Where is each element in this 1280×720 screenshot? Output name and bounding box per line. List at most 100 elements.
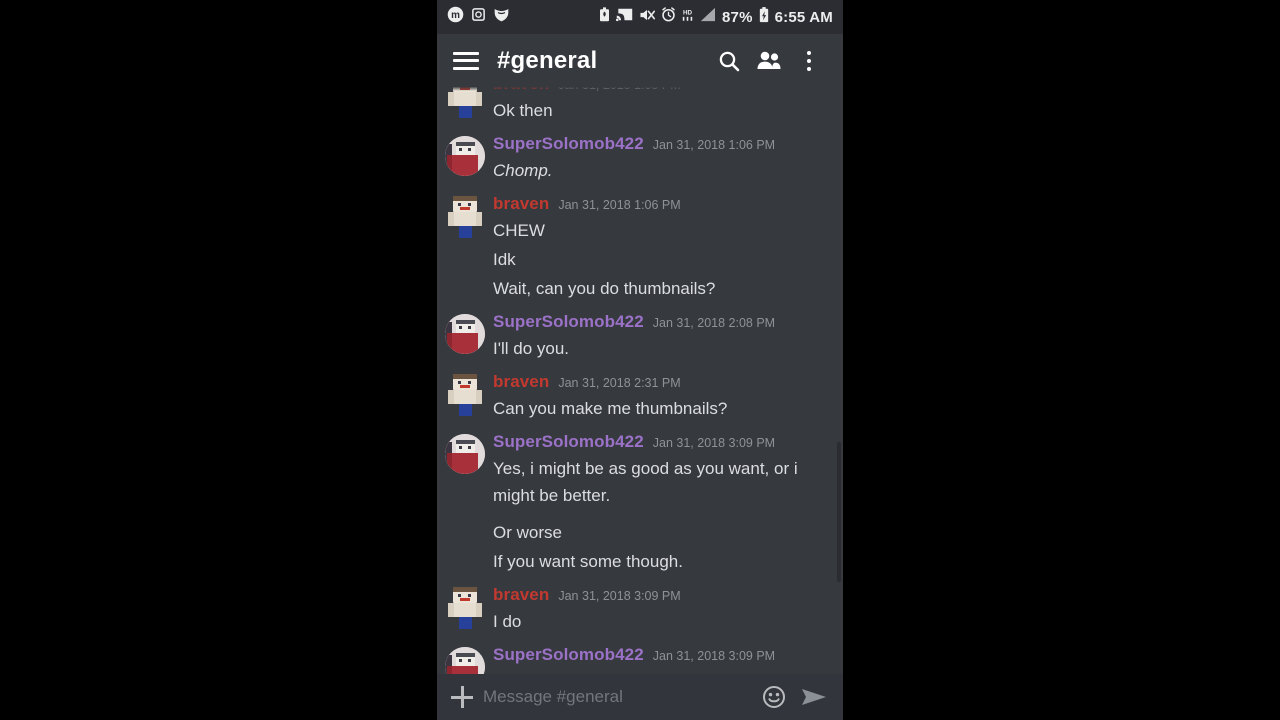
message-text: Yes, i might be as good as you want, or …	[493, 459, 798, 505]
battery-charging-icon	[759, 6, 769, 28]
android-status-bar: m HD 87% 6:55 AM	[437, 0, 843, 34]
message-list[interactable]: braven Jan 31, 2018 1:05 PM Ok then SuperSo…	[437, 87, 843, 674]
avatar[interactable]	[445, 647, 485, 674]
message-list-inner: braven Jan 31, 2018 1:05 PM Ok then SuperSo…	[437, 87, 843, 674]
page-title: #general	[497, 46, 598, 74]
status-bar-left-icons: m	[447, 6, 510, 28]
message-timestamp: Jan 31, 2018 1:05 PM	[558, 87, 680, 92]
avatar-wrap	[437, 194, 493, 238]
avatar-wrap	[437, 645, 493, 674]
vpn-shield-icon	[493, 7, 510, 27]
screen-root: m HD 87% 6:55 AM #general Ok then SuperS…	[0, 0, 1280, 720]
volume-mute-icon	[639, 8, 656, 27]
message-text: Idk	[493, 250, 516, 269]
message-body: braven Jan 31, 2018 2:31 PM Can you make m…	[493, 372, 831, 423]
svg-text:m: m	[451, 10, 460, 21]
message-group[interactable]: SuperSolomob422 Jan 31, 2018 3:09 PM Yes, …	[437, 423, 831, 576]
message-author[interactable]: braven	[493, 194, 549, 214]
members-icon[interactable]	[749, 41, 789, 81]
avatar[interactable]	[448, 87, 482, 118]
message-author[interactable]: braven	[493, 372, 549, 392]
message-header: SuperSolomob422 Jan 31, 2018 3:09 PM	[493, 645, 827, 665]
message-body: SuperSolomob422 Jan 31, 2018 2:08 PM I'll …	[493, 312, 831, 363]
message-text: Ok then	[493, 101, 553, 120]
avatar[interactable]	[445, 136, 485, 176]
message-author[interactable]: braven	[493, 585, 549, 605]
search-icon[interactable]	[709, 41, 749, 81]
avatar-wrap	[437, 134, 493, 176]
avatar[interactable]	[448, 196, 482, 238]
message-author[interactable]: SuperSolomob422	[493, 645, 644, 665]
alarm-clock-icon	[471, 7, 486, 27]
message-header: SuperSolomob422 Jan 31, 2018 2:08 PM	[493, 312, 827, 332]
message-text: Or worse	[493, 523, 562, 542]
message-header: SuperSolomob422 Jan 31, 2018 1:06 PM	[493, 134, 827, 154]
message-text: i	[493, 667, 827, 674]
message-timestamp: Jan 31, 2018 2:08 PM	[652, 316, 776, 330]
message-author[interactable]: SuperSolomob422	[493, 432, 644, 452]
emoji-smiley-icon[interactable]	[759, 682, 789, 712]
avatar-wrap	[437, 372, 493, 416]
message-input-bar	[437, 674, 843, 720]
hamburger-menu-icon[interactable]	[453, 51, 479, 70]
m-circle-icon: m	[447, 6, 464, 28]
message-timestamp: Jan 31, 2018 3:09 PM	[558, 589, 681, 603]
phone-viewport: m HD 87% 6:55 AM #general Ok then SuperS…	[437, 0, 843, 720]
battery-percent-label: 87%	[722, 8, 753, 26]
message-group[interactable]: SuperSolomob422 Jan 31, 2018 1:06 PM Chomp…	[437, 125, 831, 185]
avatar-wrap	[437, 432, 493, 474]
message-scrollbar[interactable]	[837, 442, 841, 582]
message-body: braven Jan 31, 2018 3:09 PM I do	[493, 585, 831, 636]
message-body: braven Jan 31, 2018 1:05 PM Ok then	[493, 87, 831, 125]
avatar-wrap	[437, 585, 493, 629]
message-header: braven Jan 31, 2018 1:05 PM	[493, 87, 827, 94]
message-timestamp: Jan 31, 2018 1:06 PM	[558, 198, 681, 212]
signal-bars-icon	[699, 7, 716, 27]
message-group[interactable]: SuperSolomob422 Jan 31, 2018 3:09 PM i	[437, 636, 831, 674]
message-body: braven Jan 31, 2018 1:06 PM CHEW Idk Wait, c…	[493, 194, 831, 303]
message-body: SuperSolomob422 Jan 31, 2018 1:06 PM Chomp…	[493, 134, 831, 185]
clock-label: 6:55 AM	[774, 8, 833, 26]
message-author[interactable]: SuperSolomob422	[493, 312, 644, 332]
message-header: braven Jan 31, 2018 3:09 PM	[493, 585, 827, 605]
avatar-wrap	[437, 87, 493, 118]
message-header: braven Jan 31, 2018 1:06 PM	[493, 194, 827, 214]
message-timestamp: Jan 31, 2018 3:09 PM	[652, 649, 776, 663]
message-header: braven Jan 31, 2018 2:31 PM	[493, 372, 827, 392]
hd-network-icon: HD	[682, 7, 693, 27]
avatar-wrap	[437, 312, 493, 354]
message-group[interactable]: braven Jan 31, 2018 1:05 PM Ok then	[437, 87, 831, 125]
message-input[interactable]	[483, 687, 749, 707]
battery-saver-icon	[599, 7, 610, 27]
svg-text:HD: HD	[683, 10, 693, 17]
message-text: CHEW	[493, 221, 545, 240]
message-timestamp: Jan 31, 2018 3:09 PM	[652, 436, 776, 450]
message-body: SuperSolomob422 Jan 31, 2018 3:09 PM i	[493, 645, 831, 674]
message-body: SuperSolomob422 Jan 31, 2018 3:09 PM Yes, …	[493, 432, 831, 576]
message-group[interactable]: SuperSolomob422 Jan 31, 2018 2:08 PM I'll …	[437, 303, 831, 363]
avatar[interactable]	[445, 314, 485, 354]
avatar[interactable]	[445, 434, 485, 474]
avatar[interactable]	[448, 587, 482, 629]
message-text: Can you make me thumbnails?	[493, 399, 728, 418]
message-author[interactable]: SuperSolomob422	[493, 134, 644, 154]
message-timestamp: Jan 31, 2018 1:06 PM	[652, 138, 776, 152]
message-text: I do	[493, 612, 522, 631]
plus-icon[interactable]	[451, 686, 473, 708]
message-text: Chomp.	[493, 161, 553, 180]
send-arrow-icon[interactable]	[799, 682, 829, 712]
message-group[interactable]: braven Jan 31, 2018 1:06 PM CHEW Idk Wait, c…	[437, 185, 831, 303]
message-text: Wait, can you do thumbnails?	[493, 279, 716, 298]
channel-app-bar: #general	[437, 34, 843, 87]
avatar[interactable]	[448, 374, 482, 416]
message-group[interactable]: braven Jan 31, 2018 2:31 PM Can you make m…	[437, 363, 831, 423]
message-group[interactable]: braven Jan 31, 2018 3:09 PM I do	[437, 576, 831, 636]
status-bar-right-icons: HD 87% 6:55 AM	[599, 6, 833, 28]
message-author[interactable]: braven	[493, 87, 549, 94]
alarm-icon	[661, 7, 676, 27]
message-timestamp: Jan 31, 2018 2:31 PM	[558, 376, 681, 390]
message-text: If you want some though.	[493, 552, 683, 571]
message-header: SuperSolomob422 Jan 31, 2018 3:09 PM	[493, 432, 827, 452]
cast-icon	[615, 7, 633, 27]
overflow-menu-icon[interactable]	[789, 41, 829, 81]
